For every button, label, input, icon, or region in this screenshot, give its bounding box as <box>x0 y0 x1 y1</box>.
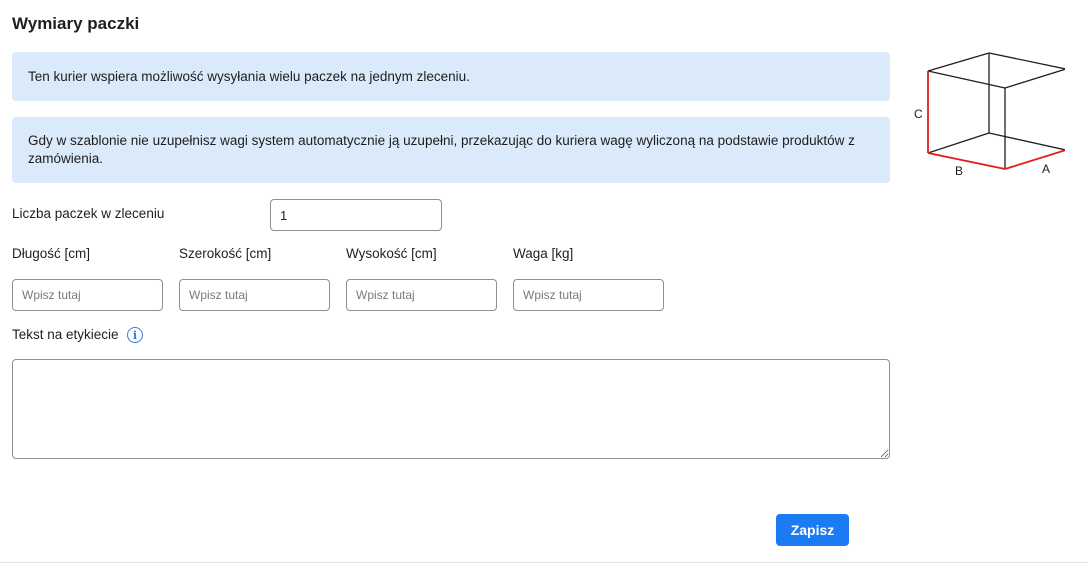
save-button[interactable]: Zapisz <box>776 514 849 546</box>
box-edge-front-top-right <box>1004 68 1065 89</box>
box-edge-back-top-left <box>927 52 990 72</box>
auto-weight-info-banner: Gdy w szablonie nie uzupełnisz wagi syst… <box>12 117 890 183</box>
multi-package-info-banner: Ten kurier wspiera możliwość wysyłania w… <box>12 52 890 101</box>
weight-label: Waga [kg] <box>513 246 574 261</box>
height-label: Wysokość [cm] <box>346 246 437 261</box>
diagram-label-b: B <box>955 164 963 178</box>
height-input[interactable] <box>346 279 497 311</box>
auto-weight-info-text: Gdy w szablonie nie uzupełnisz wagi syst… <box>28 133 855 166</box>
package-count-input[interactable] <box>270 199 442 231</box>
length-input[interactable] <box>12 279 163 311</box>
info-icon[interactable]: i <box>127 327 143 343</box>
box-edge-width-b <box>927 152 1006 170</box>
box-edge-back-bottom-left <box>927 132 990 154</box>
box-edge-front-top-left <box>927 70 1006 89</box>
width-label: Szerokość [cm] <box>179 246 272 261</box>
diagram-label-c: C <box>914 107 923 121</box>
box-edge-back-bottom-right <box>988 132 1065 151</box>
weight-input[interactable] <box>513 279 664 311</box>
box-edge-back-top-right <box>988 52 1065 70</box>
label-text-label: Tekst na etykiecie <box>12 327 119 342</box>
package-count-label: Liczba paczek w zleceniu <box>12 206 165 221</box>
width-input[interactable] <box>179 279 330 311</box>
multi-package-info-text: Ten kurier wspiera możliwość wysyłania w… <box>28 68 470 84</box>
label-text-textarea[interactable] <box>12 359 890 459</box>
diagram-label-a: A <box>1042 162 1050 176</box>
package-dimensions-diagram: C B A <box>914 52 1065 178</box>
box-edge-length-a <box>1004 149 1065 170</box>
length-label: Długość [cm] <box>12 246 91 261</box>
page-title: Wymiary paczki <box>12 14 140 33</box>
